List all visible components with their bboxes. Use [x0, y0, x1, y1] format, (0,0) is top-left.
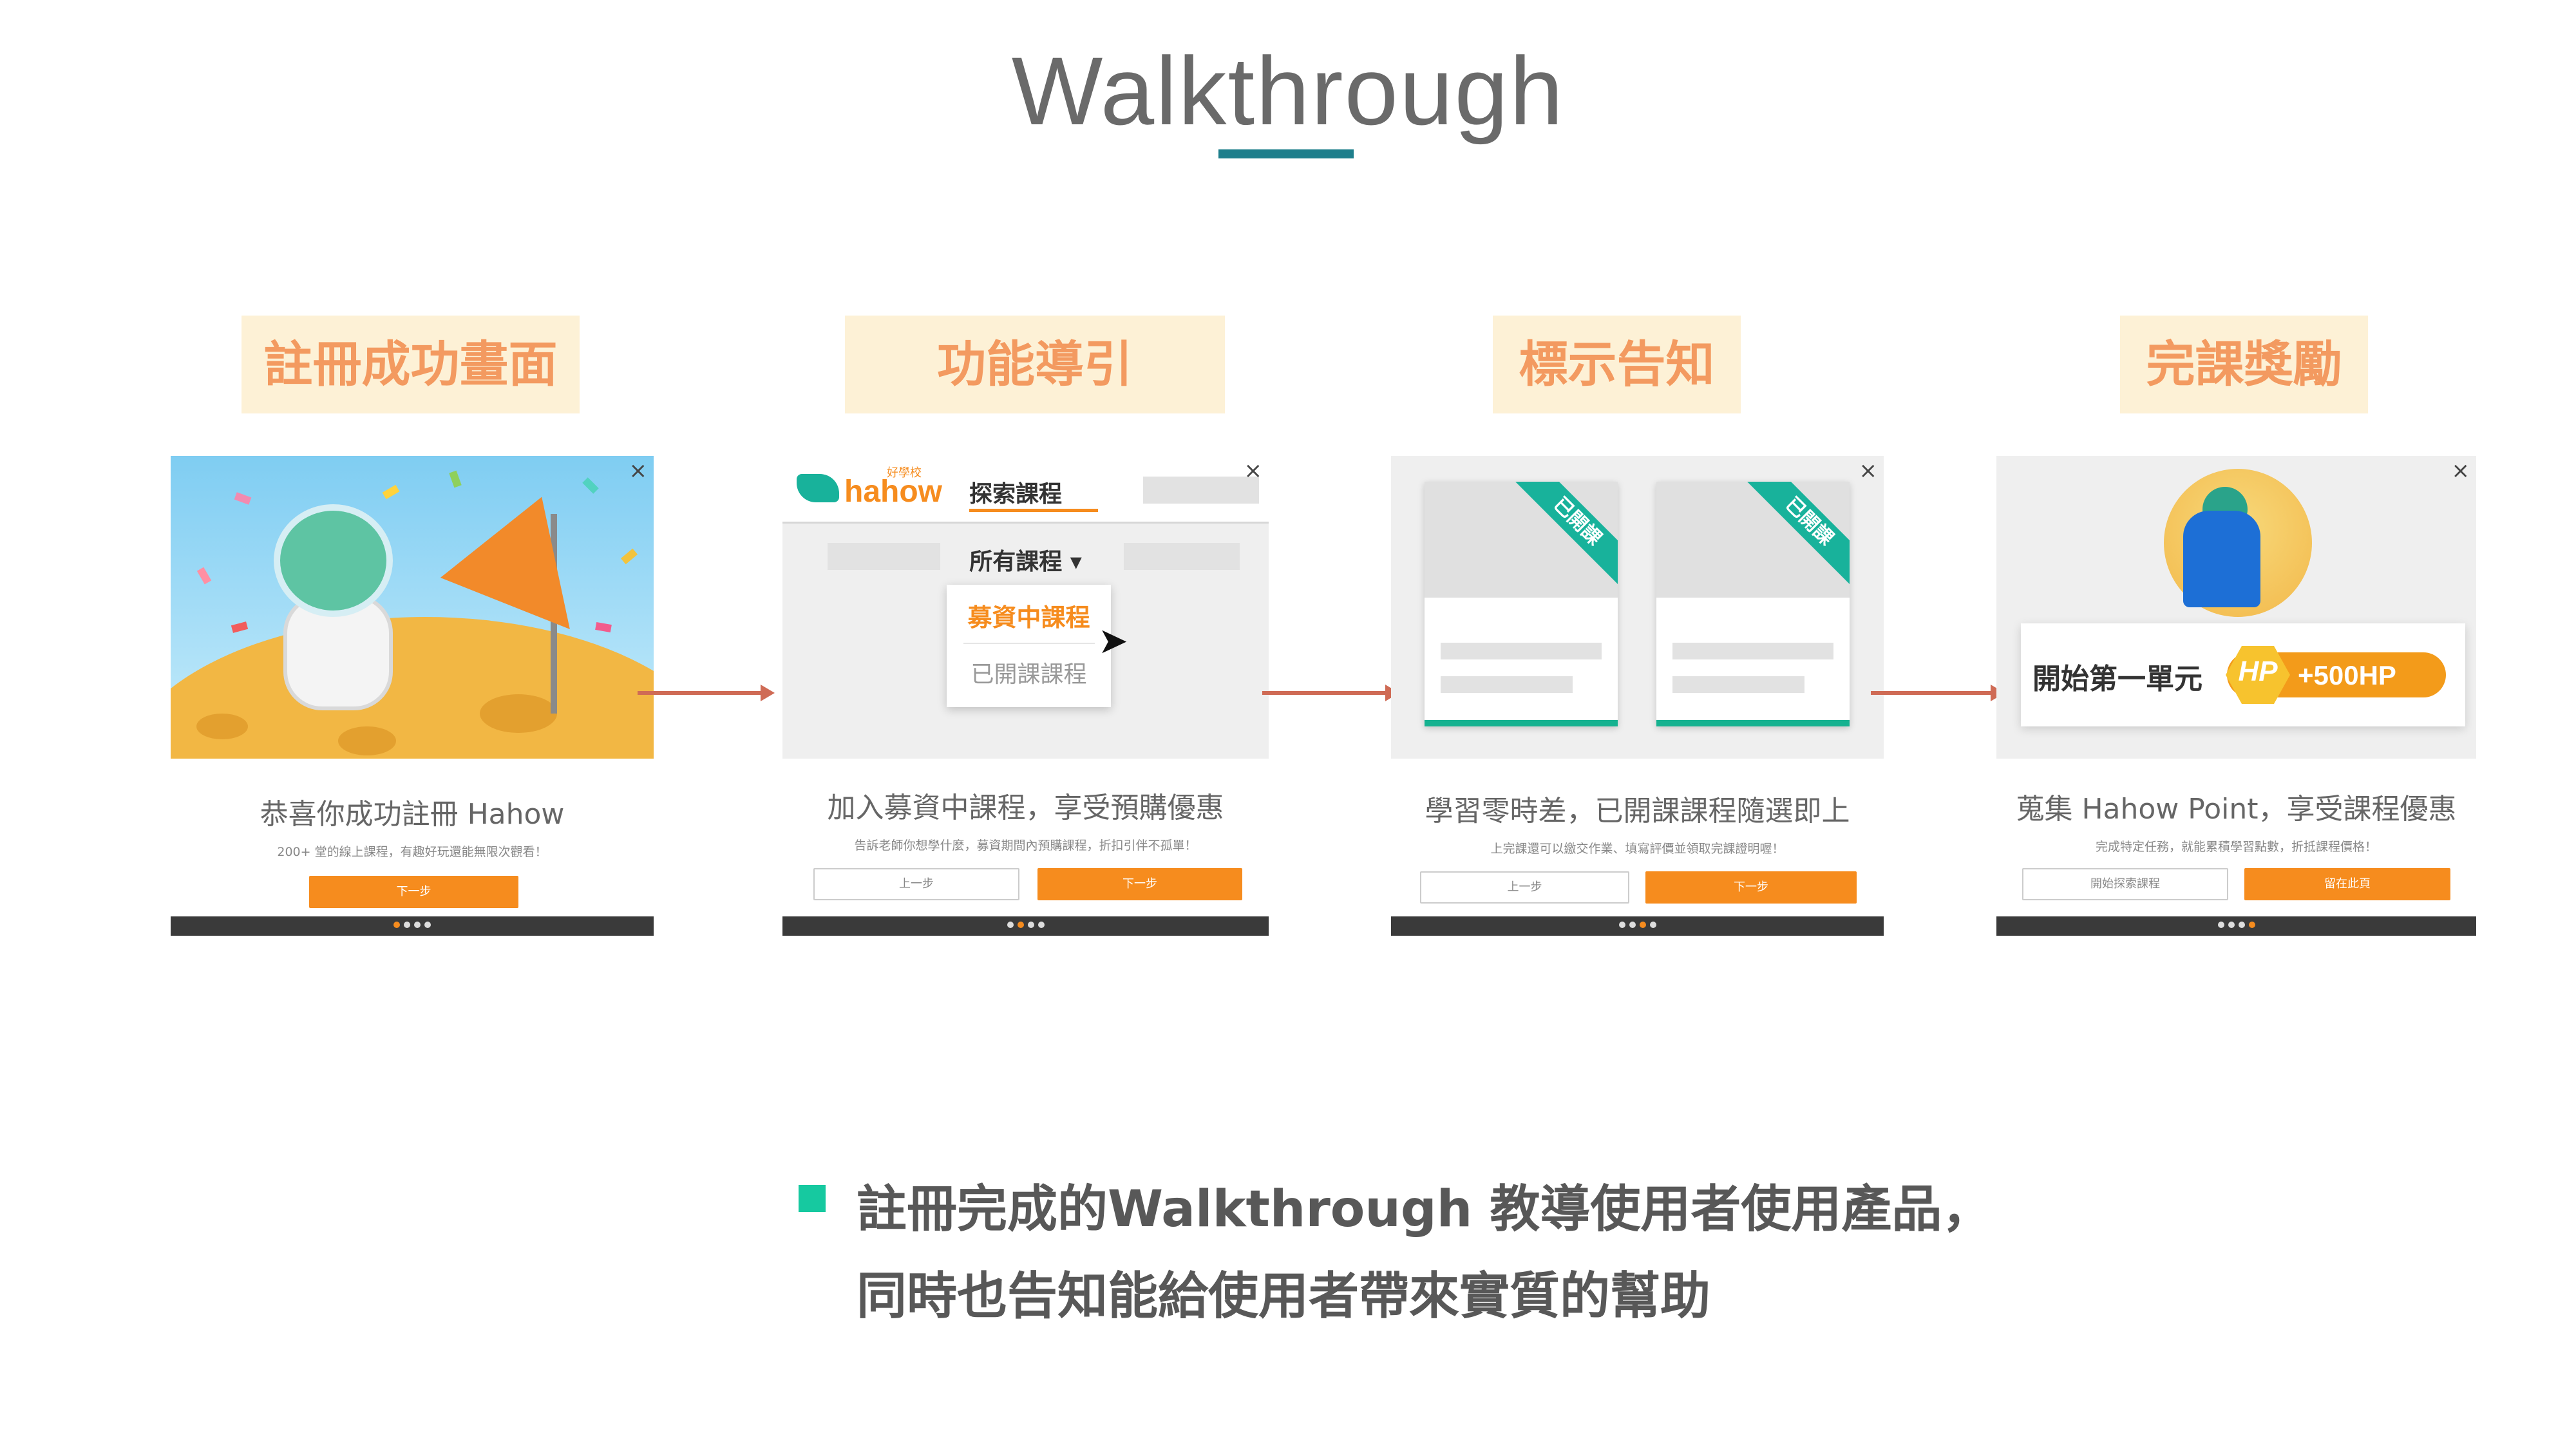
site-nav: hahow 好學校 探索課程 × [782, 456, 1269, 524]
card-caption: 加入募資中課程，享受預購優惠 [827, 791, 1224, 824]
card-subtext: 完成特定任務，就能累積學習點數，折抵課程價格！ [2095, 840, 2377, 854]
active-tab-underline [969, 509, 1098, 512]
start-first-unit-text: 開始第一單元 [2032, 663, 2202, 696]
reward-illustration: 開始第一單元 HP +500HP × [1996, 456, 2476, 759]
all-courses-dropdown[interactable]: 所有課程 ▾ [782, 543, 1269, 576]
celebration-illustration: × [171, 456, 654, 759]
feature-guide-illustration: hahow 好學校 探索課程 × 所有課程 ▾ 募資中課程 已開課課程 ➤ [782, 456, 1269, 759]
pagination-dot[interactable] [1649, 922, 1656, 928]
walkthrough-card-1: × 恭喜你成功註冊 Hahow 200+ 堂的線上課程，有趣好玩還能無限次觀看！… [171, 456, 654, 936]
close-icon[interactable]: × [1244, 460, 1263, 482]
pagination-dot[interactable] [1027, 922, 1034, 928]
close-icon[interactable]: × [629, 460, 648, 482]
flow-arrow [1871, 685, 2005, 701]
card-caption: 蒐集 Hahow Point，享受課程優惠 [2016, 793, 2457, 826]
walkthrough-card-2: hahow 好學校 探索課程 × 所有課程 ▾ 募資中課程 已開課課程 ➤ 加入… [782, 456, 1269, 936]
flow-arrow [638, 685, 775, 701]
pagination-dot[interactable] [1618, 922, 1625, 928]
step-label-completion-reward: 完課獎勵 [2120, 316, 2368, 413]
card-subtext: 告訴老師你想學什麼，募資期間內預購課程，折扣引伴不孤單！ [854, 838, 1197, 853]
pagination-dot[interactable] [424, 922, 431, 928]
title-underline [1218, 149, 1354, 158]
cursor-icon: ➤ [1098, 620, 1128, 662]
step-label-signup-success: 註冊成功畫面 [242, 316, 580, 413]
pagination-bar [171, 916, 654, 936]
hiker-figure [2183, 511, 2260, 607]
hp-amount: +500HP [2298, 660, 2396, 690]
pagination-dot[interactable] [1629, 922, 1636, 928]
walkthrough-card-3: 已開課 已開課 × 學習零時差，已開課課程隨選即上 上完課還可以繳交作業、填寫評… [1391, 456, 1884, 936]
next-button[interactable]: 下一步 [309, 876, 518, 908]
close-icon[interactable]: × [2452, 460, 2470, 482]
pagination-dot[interactable] [1037, 922, 1045, 928]
pagination-dot[interactable] [2248, 922, 2255, 928]
course-type-menu: 募資中課程 已開課課程 [947, 585, 1111, 707]
pagination-dot[interactable] [2228, 922, 2235, 928]
pagination-dot[interactable] [414, 922, 421, 928]
pagination-dot[interactable] [404, 922, 410, 928]
slide-title: Walkthrough [1011, 37, 1565, 145]
pagination-bar [782, 916, 1269, 936]
bullet-text-line-2: 同時也告知能給使用者帶來實質的幫助 [857, 1267, 1711, 1325]
pagination-dot[interactable] [1017, 922, 1024, 928]
menu-item-fundraising[interactable]: 募資中課程 [947, 598, 1111, 633]
pagination-dot[interactable] [1007, 922, 1014, 928]
course-cards-illustration: 已開課 已開課 × [1391, 456, 1884, 759]
pagination-dot[interactable] [393, 922, 400, 928]
course-card: 已開課 [1656, 482, 1850, 726]
hahow-logo-icon [797, 474, 839, 502]
pagination-bar [1996, 916, 2476, 936]
walkthrough-card-4: 開始第一單元 HP +500HP × 蒐集 Hahow Point，享受課程優惠… [1996, 456, 2476, 936]
pagination-dot[interactable] [2217, 922, 2224, 928]
close-icon[interactable]: × [1859, 460, 1878, 482]
bullet-text-line-1: 註冊完成的Walkthrough 教導使用者使用產品， [857, 1180, 1993, 1238]
course-card: 已開課 [1425, 482, 1618, 726]
placeholder-bar [1143, 477, 1259, 504]
pagination-bar [1391, 916, 1884, 936]
card-caption: 學習零時差，已開課課程隨選即上 [1425, 795, 1850, 828]
pagination-dot[interactable] [2238, 922, 2245, 928]
card-subtext: 上完課還可以繳交作業、填寫評價並領取完課證明喔！ [1490, 842, 1785, 856]
flow-arrow [1262, 685, 1399, 701]
bullet-marker [799, 1185, 826, 1212]
start-exploring-button[interactable]: 開始探索課程 [2022, 868, 2228, 900]
step-label-marking-notice: 標示告知 [1493, 316, 1741, 413]
reward-popup: 開始第一單元 HP +500HP [2021, 623, 2465, 726]
step-label-feature-guide: 功能導引 [845, 316, 1225, 413]
astronaut-helmet [274, 504, 393, 617]
card-caption: 恭喜你成功註冊 Hahow [260, 798, 565, 831]
pagination-dot[interactable] [1639, 922, 1646, 928]
card-subtext: 200+ 堂的線上課程，有趣好玩還能無限次觀看！ [277, 845, 547, 859]
menu-divider [963, 643, 1095, 644]
explore-courses-tab[interactable]: 探索課程 [969, 475, 1062, 509]
stay-on-page-button[interactable]: 留在此頁 [2244, 868, 2450, 900]
next-button[interactable]: 下一步 [1645, 871, 1857, 904]
next-button[interactable]: 下一步 [1037, 868, 1242, 900]
logo-small-text: 好學校 [887, 466, 922, 480]
menu-item-opened[interactable]: 已開課課程 [947, 656, 1111, 689]
hp-badge-text: HP [2238, 656, 2278, 687]
previous-button[interactable]: 上一步 [1420, 871, 1629, 904]
previous-button[interactable]: 上一步 [813, 868, 1019, 900]
